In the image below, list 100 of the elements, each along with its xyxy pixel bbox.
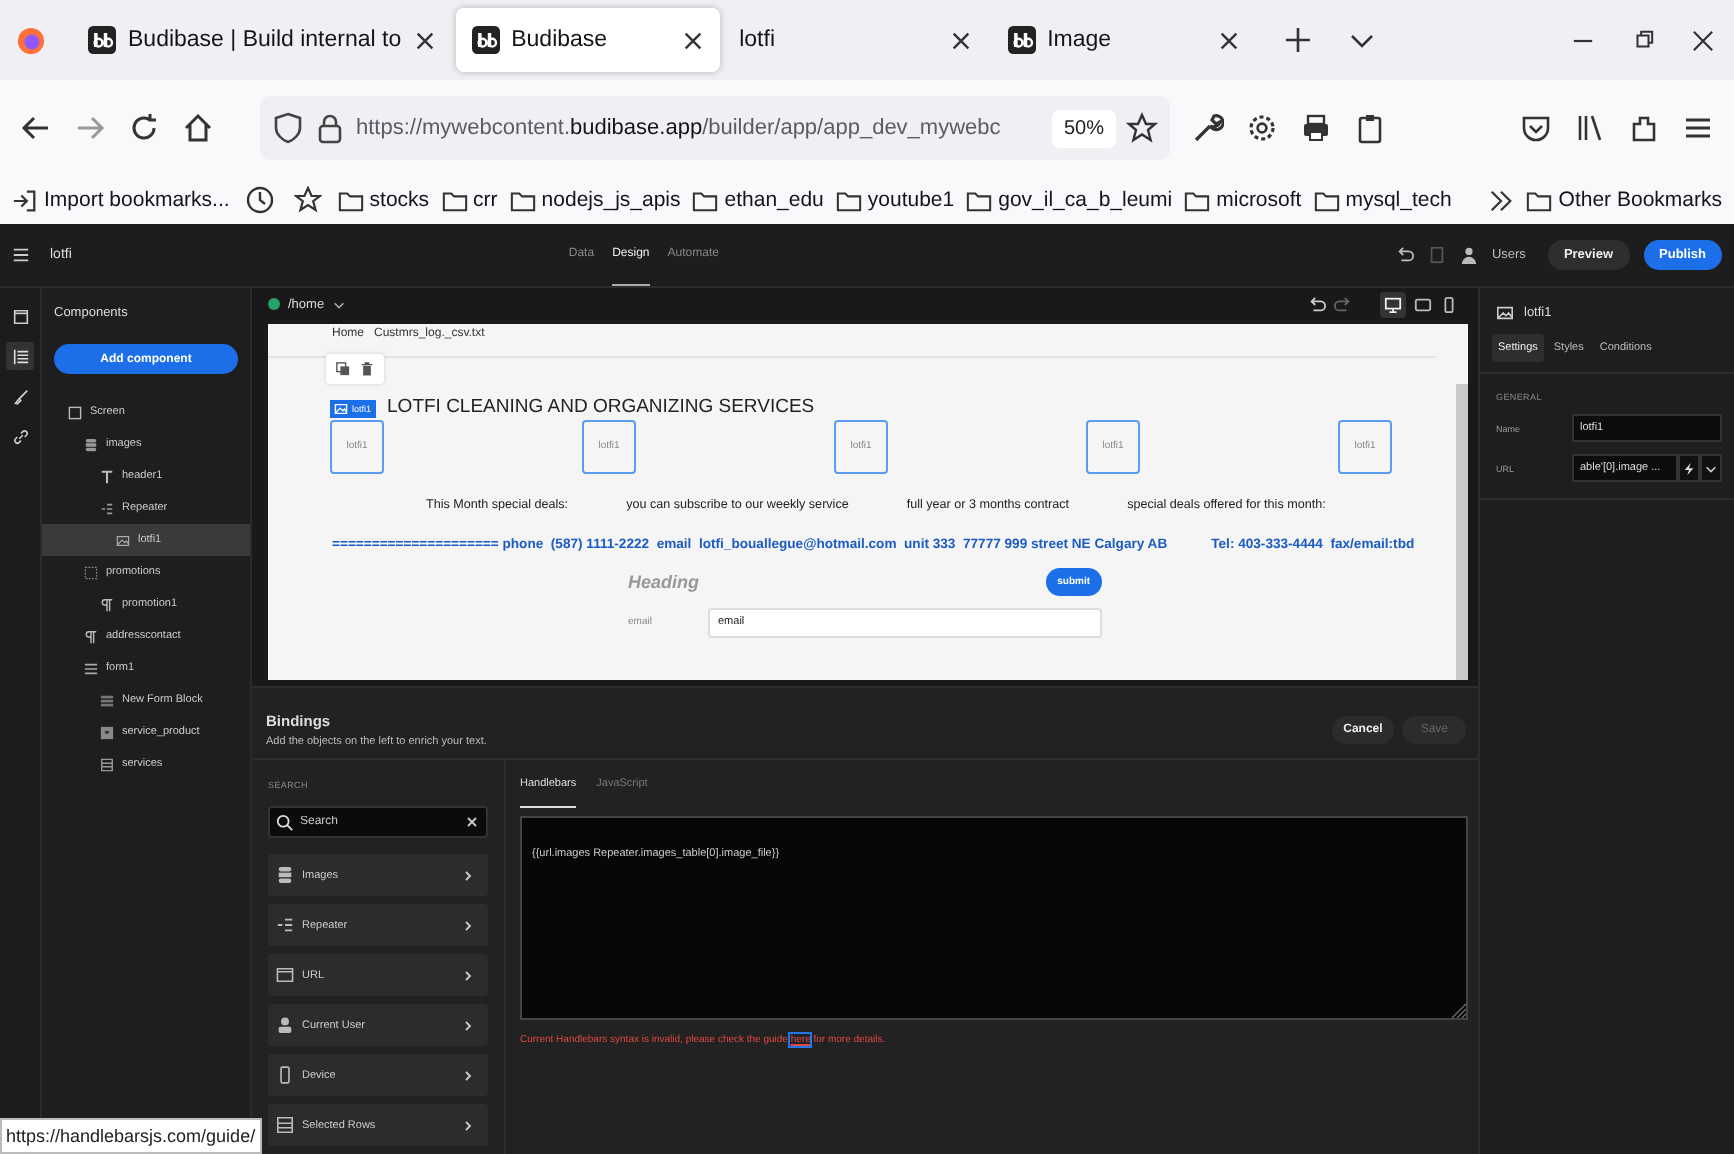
- clipboard-icon[interactable]: [1354, 112, 1386, 144]
- app-logo-icon: [1007, 26, 1036, 54]
- copy-icon[interactable]: [336, 362, 350, 376]
- chevron-right-icon: [462, 969, 474, 981]
- chevron-right-icon: [462, 869, 474, 881]
- list-icon: [276, 916, 294, 934]
- bolt-icon[interactable]: [1678, 454, 1700, 482]
- folder-icon: [337, 187, 364, 213]
- undo-icon[interactable]: [1395, 246, 1414, 264]
- chevron-down-icon[interactable]: [332, 297, 347, 311]
- chevron-right-icon: [462, 919, 474, 931]
- image-icon: [1496, 304, 1514, 322]
- database-icon: [276, 866, 294, 884]
- pocket-icon[interactable]: [1520, 112, 1552, 144]
- desktop-icon[interactable]: [1380, 291, 1406, 317]
- folder-icon: [1184, 187, 1211, 213]
- bookmark-folder[interactable]: nodejs_js_apis: [509, 187, 681, 213]
- paragraph-icon: [100, 597, 114, 611]
- trash-icon[interactable]: [360, 362, 374, 376]
- text-icon: [100, 469, 114, 483]
- app-logo-icon: [471, 26, 500, 54]
- folder-icon: [1313, 187, 1340, 213]
- browser-tab[interactable]: Budibase | Build internal to: [72, 8, 452, 72]
- phone-icon[interactable]: [1440, 295, 1458, 313]
- browser-logo-icon[interactable]: [16, 25, 46, 55]
- forward-icon[interactable]: [74, 112, 106, 144]
- user-icon: [276, 1016, 294, 1034]
- clear-icon[interactable]: [466, 816, 478, 828]
- menu-icon[interactable]: [12, 246, 30, 264]
- form-heading: Heading: [628, 571, 700, 591]
- folder-icon: [835, 187, 862, 213]
- folder-icon: [1526, 187, 1553, 213]
- import-icon: [12, 187, 38, 213]
- close-window-icon[interactable]: [1692, 29, 1714, 51]
- dropdown-icon: [100, 725, 114, 739]
- bookmark-folder[interactable]: Other Bookmarks: [1526, 187, 1722, 213]
- restore-icon[interactable]: [1632, 29, 1654, 51]
- app-logo-icon: [88, 26, 116, 54]
- chevrons-right-icon[interactable]: [1488, 187, 1515, 213]
- reload-icon[interactable]: [128, 112, 160, 144]
- back-icon[interactable]: [20, 112, 52, 144]
- chevron-right-icon: [462, 1069, 474, 1081]
- status-dot: [268, 298, 280, 310]
- resize-handle-icon[interactable]: [1450, 1002, 1466, 1018]
- new-tab-icon[interactable]: [1283, 26, 1312, 54]
- chevron-right-icon: [462, 1019, 474, 1031]
- paragraph-icon: [84, 629, 98, 643]
- close-icon[interactable]: [949, 29, 972, 51]
- tablet-icon[interactable]: [1414, 295, 1432, 313]
- list-icon: [100, 501, 114, 515]
- form-icon: [84, 661, 98, 675]
- page-heading: LOTFI CLEANING AND ORGANIZING SERVICES: [387, 398, 815, 417]
- components-icon[interactable]: [6, 342, 34, 370]
- image-icon: [116, 533, 130, 547]
- database-icon: [84, 437, 98, 451]
- chevron-right-icon: [462, 1119, 474, 1131]
- bookmark-folder[interactable]: gov_il_ca_b_leumi: [966, 187, 1173, 213]
- library-icon[interactable]: [1574, 112, 1606, 144]
- folder-icon: [692, 187, 719, 213]
- redo-icon[interactable]: [1334, 295, 1352, 313]
- folder-icon: [441, 187, 468, 213]
- close-icon[interactable]: [413, 29, 436, 51]
- bookmark-folder[interactable]: mysql_tech: [1313, 187, 1452, 213]
- extensions-icon[interactable]: [1628, 112, 1660, 144]
- lock-icon[interactable]: [314, 112, 346, 144]
- browser-tab[interactable]: Budibase: [455, 8, 720, 72]
- status-url-tooltip: https://handlebarsjs.com/guide/: [0, 1118, 262, 1154]
- star-icon[interactable]: [1126, 112, 1158, 144]
- table-icon: [100, 757, 114, 771]
- folder-icon: [509, 187, 536, 213]
- printer-icon[interactable]: [1300, 112, 1332, 144]
- browser-window-icon: [276, 966, 294, 984]
- bookmark-folder[interactable]: microsoft: [1184, 187, 1302, 213]
- close-icon[interactable]: [1217, 29, 1240, 51]
- bookmark[interactable]: Import bookmarks...: [12, 187, 230, 213]
- bookmark-folder[interactable]: ethan_edu: [692, 187, 824, 213]
- close-icon[interactable]: [681, 29, 704, 51]
- folder-icon: [966, 187, 993, 213]
- form-block-icon: [100, 693, 114, 707]
- zoom-level[interactable]: 50%: [1051, 109, 1116, 147]
- home-icon[interactable]: [182, 112, 214, 144]
- url-text: https://mywebcontent.budibase.app/builder/app/app_dev_mywebc: [356, 116, 1003, 140]
- undo-icon[interactable]: [1308, 295, 1326, 313]
- clock-icon[interactable]: [245, 186, 274, 214]
- browser-tab[interactable]: Image: [991, 8, 1256, 72]
- bookmark-folder[interactable]: stocks: [337, 187, 430, 213]
- dashed-box-icon: [84, 565, 98, 579]
- wrench-icon[interactable]: [1192, 112, 1224, 144]
- address-bar[interactable]: https://mywebcontent.budibase.app/builder/app/app_dev_mywebc 50%: [260, 96, 1170, 160]
- shield-icon[interactable]: [272, 112, 304, 144]
- screen-icon: [68, 405, 82, 419]
- user-icon[interactable]: [1459, 246, 1478, 264]
- bookmark-folder[interactable]: youtube1: [835, 187, 955, 213]
- browser-tab[interactable]: lotfi: [723, 8, 988, 72]
- scrollbar[interactable]: [1456, 384, 1468, 680]
- chevron-down-icon[interactable]: [1700, 454, 1722, 482]
- star-icon[interactable]: [293, 186, 322, 214]
- bookmark-folder[interactable]: crr: [441, 187, 498, 213]
- settings-icon[interactable]: [1246, 112, 1278, 144]
- phone-icon: [276, 1066, 294, 1084]
